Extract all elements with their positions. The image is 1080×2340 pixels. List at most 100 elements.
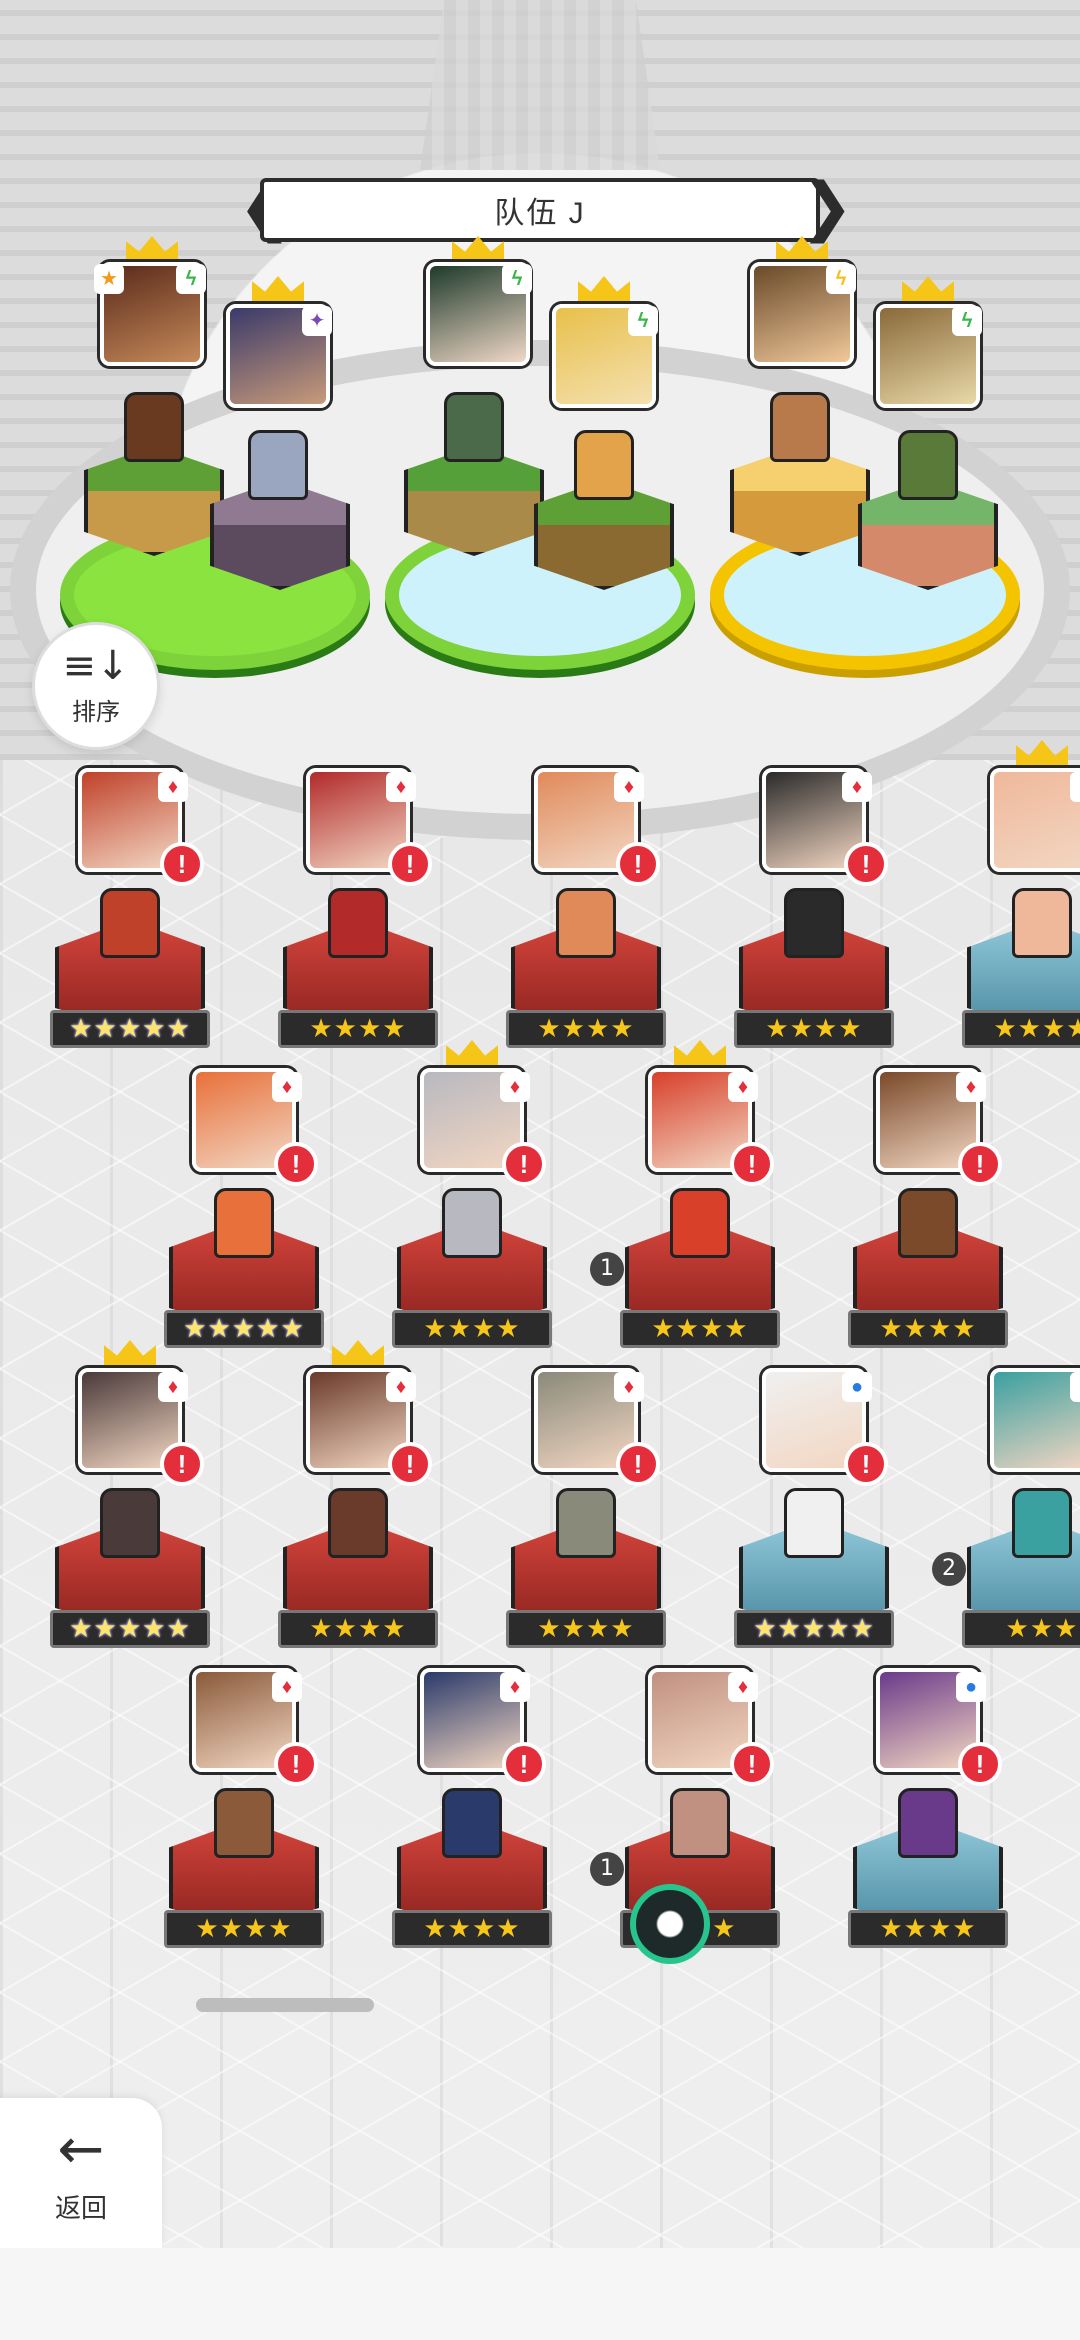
hero-sprite: [898, 1788, 958, 1858]
sort-button-label: 排序: [72, 698, 120, 726]
alert-icon: !: [616, 1442, 660, 1486]
hero-sprite: [784, 1488, 844, 1558]
back-arrow-icon: ←: [57, 2116, 105, 2182]
fire-element-icon: ♦: [500, 1672, 530, 1702]
star-rating: ★★★★★: [734, 1610, 894, 1648]
team-name-bar: 队伍 J: [260, 178, 820, 242]
star-rating: ★★★★: [506, 1610, 666, 1648]
star-element-icon: ★: [94, 264, 124, 294]
star-rating: ★★★★: [392, 1910, 552, 1948]
tap-effect: [630, 1884, 710, 1964]
alert-icon: !: [160, 1442, 204, 1486]
alert-icon: !: [502, 1742, 546, 1786]
alert-icon: !: [616, 842, 660, 886]
hero-sprite: [1012, 888, 1072, 958]
team-hero-sprite-5[interactable]: [770, 392, 830, 462]
team-hero-sprite-3[interactable]: [444, 392, 504, 462]
hero-portrait[interactable]: [990, 1368, 1080, 1472]
water-element-icon: ●: [956, 1672, 986, 1702]
star-rating: ★★★★★: [164, 1310, 324, 1348]
star-rating: ★★★★: [278, 1010, 438, 1048]
lightning-element-icon: ϟ: [826, 264, 856, 294]
hero-sprite: [442, 1788, 502, 1858]
alert-icon: !: [730, 1742, 774, 1786]
star-rating: ★★★★★: [50, 1010, 210, 1048]
dark-element-icon: ✦: [302, 306, 332, 336]
fire-element-icon: ♦: [158, 1372, 188, 1402]
fire-element-icon: ♦: [614, 772, 644, 802]
fire-element-icon: ♦: [500, 1072, 530, 1102]
duplicate-count-badge: 1: [590, 1852, 624, 1886]
fire-element-icon: ♦: [272, 1672, 302, 1702]
wind-element-icon: ϟ: [952, 306, 982, 336]
star-rating: ★★★★: [392, 1310, 552, 1348]
alert-icon: !: [502, 1142, 546, 1186]
alert-icon: !: [274, 1142, 318, 1186]
alert-icon: !: [844, 1442, 888, 1486]
scroll-indicator[interactable]: [196, 1998, 374, 2012]
star-rating: ★★★★★: [50, 1610, 210, 1648]
alert-icon: !: [844, 842, 888, 886]
back-button[interactable]: ← 返回: [0, 2098, 162, 2248]
fire-element-icon: ♦: [842, 772, 872, 802]
star-rating: ★★★★: [278, 1610, 438, 1648]
wind-element-icon: ϟ: [628, 306, 658, 336]
alert-icon: !: [274, 1742, 318, 1786]
hero-sprite: [556, 888, 616, 958]
star-rating: ★★★★: [506, 1010, 666, 1048]
team-hero-sprite-4[interactable]: [574, 430, 634, 500]
arena-statue: [420, 0, 660, 170]
alert-icon: !: [388, 1442, 432, 1486]
hero-sprite: [100, 888, 160, 958]
star-rating: ★★★★: [620, 1310, 780, 1348]
fire-element-icon: ♦: [728, 1672, 758, 1702]
fire-element-icon: ♦: [386, 772, 416, 802]
star-rating: ★★★★: [962, 1010, 1080, 1048]
sort-button[interactable]: ≡↓ 排序: [32, 622, 160, 750]
water-element-icon: ●: [1070, 772, 1080, 802]
hero-sprite: [1012, 1488, 1072, 1558]
star-rating: ★★★★: [848, 1310, 1008, 1348]
team-hero-sprite-1[interactable]: [124, 392, 184, 462]
sort-icon: ≡↓: [62, 642, 130, 689]
alert-icon: !: [160, 842, 204, 886]
hero-sprite: [442, 1188, 502, 1258]
star-rating: ★★★★: [164, 1910, 324, 1948]
hero-sprite: [784, 888, 844, 958]
duplicate-count-badge: 1: [590, 1252, 624, 1286]
team-hero-sprite-2[interactable]: [248, 430, 308, 500]
fire-element-icon: ♦: [386, 1372, 416, 1402]
wind-element-icon: ϟ: [502, 264, 532, 294]
fire-element-icon: ♦: [728, 1072, 758, 1102]
star-rating: ★★★: [962, 1610, 1080, 1648]
back-button-label: 返回: [54, 2192, 107, 2223]
fire-element-icon: ♦: [272, 1072, 302, 1102]
alert-icon: !: [958, 1742, 1002, 1786]
hero-sprite: [214, 1188, 274, 1258]
duplicate-count-badge: 2: [932, 1552, 966, 1586]
next-team-arrow[interactable]: ❯: [800, 172, 854, 248]
star-rating: ★★★★: [848, 1910, 1008, 1948]
hero-sprite: [328, 888, 388, 958]
alert-icon: !: [388, 842, 432, 886]
alert-icon: !: [958, 1142, 1002, 1186]
hero-sprite: [214, 1788, 274, 1858]
wind-element-icon: ϟ: [176, 264, 206, 294]
hero-sprite: [556, 1488, 616, 1558]
water-element-icon: ●: [842, 1372, 872, 1402]
fire-element-icon: ♦: [614, 1372, 644, 1402]
team-hero-sprite-6[interactable]: [898, 430, 958, 500]
fire-element-icon: ♦: [956, 1072, 986, 1102]
hero-sprite: [670, 1788, 730, 1858]
hero-sprite: [898, 1188, 958, 1258]
star-rating: ★★★★: [734, 1010, 894, 1048]
hero-sprite: [100, 1488, 160, 1558]
bottom-nav-area: [0, 2248, 1080, 2340]
alert-icon: !: [730, 1142, 774, 1186]
fire-element-icon: ♦: [158, 772, 188, 802]
hero-portrait[interactable]: [990, 768, 1080, 872]
water-element-icon: ●: [1070, 1372, 1080, 1402]
team-title: 队伍 J: [494, 197, 586, 230]
hero-sprite: [328, 1488, 388, 1558]
hero-sprite: [670, 1188, 730, 1258]
